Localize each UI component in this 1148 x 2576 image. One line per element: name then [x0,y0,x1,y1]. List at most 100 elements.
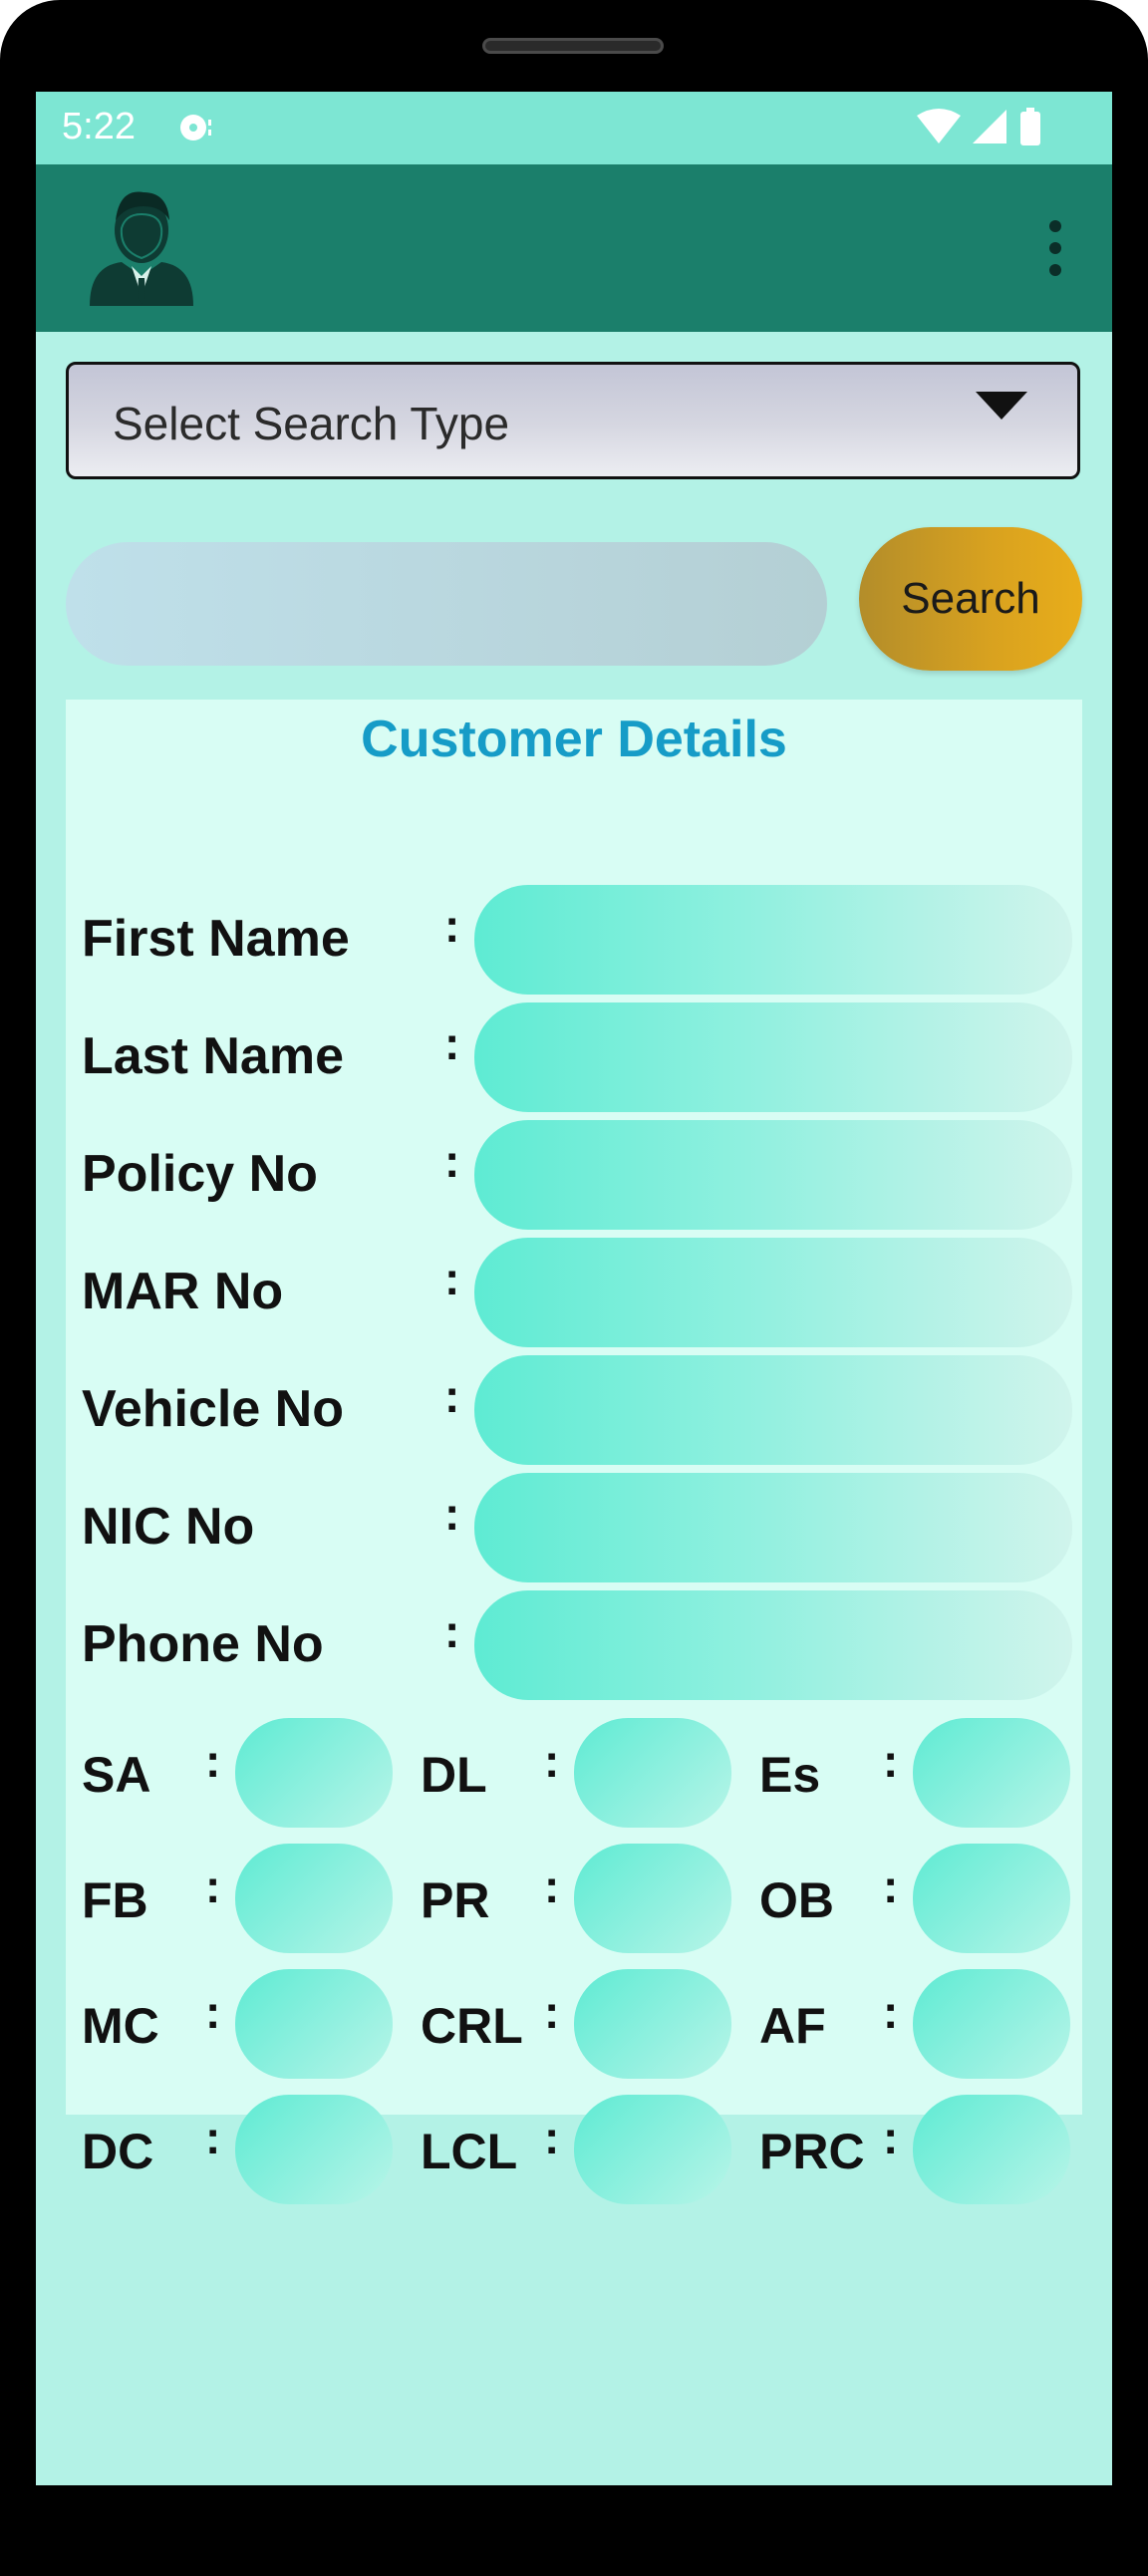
more-vert-icon[interactable] [1046,218,1064,278]
search-button[interactable]: Search [859,527,1082,671]
dl-input[interactable] [574,1718,731,1828]
code-grid-row: DC : LCL : PRC : [66,2095,1082,2204]
code-cell-dl: DL : [405,1718,733,1828]
dropdown-arrow-icon [976,392,1027,420]
field-colon: : [444,1135,460,1187]
grid-colon: : [883,1986,899,2038]
field-colon: : [444,1605,460,1657]
field-row-nic-no: NIC No : [66,1473,1082,1582]
code-cell-af: AF : [743,1969,1072,2079]
field-colon: : [444,900,460,952]
dl-label: DL [421,1747,487,1803]
sa-label: SA [82,1747,151,1803]
policy-no-label: Policy No [82,1145,318,1203]
battery-icon [1020,108,1040,145]
status-time: 5:22 [62,106,136,147]
field-colon: : [444,1017,460,1069]
app-screen: 5:22 Select Search Type Search Customer … [36,92,1112,2485]
field-colon: : [444,1253,460,1304]
code-cell-crl: CRL : [405,1969,733,2079]
sync-disk-icon [180,115,211,141]
grid-colon: : [205,1860,221,1912]
grid-colon: : [544,1986,560,2038]
code-cell-mc: MC : [66,1969,395,2079]
search-type-label: Select Search Type [113,398,510,449]
code-cell-prc: PRC : [743,2095,1072,2204]
field-colon: : [444,1370,460,1422]
mc-input[interactable] [235,1969,393,2079]
code-grid-row: FB : PR : OB : [66,1844,1082,1953]
lcl-input[interactable] [574,2095,731,2204]
status-icons [917,108,1040,145]
code-cell-lcl: LCL : [405,2095,733,2204]
code-grid-row: SA : DL : Es : [66,1718,1082,1828]
vehicle-no-label: Vehicle No [82,1380,344,1438]
phone-bottom-bezel [0,2485,1148,2576]
field-colon: : [444,1488,460,1540]
af-label: AF [759,1998,826,2054]
mc-label: MC [82,1998,159,2054]
code-cell-pr: PR : [405,1844,733,1953]
last-name-input[interactable] [474,1002,1072,1112]
customer-details-card: Customer Details First Name : Last Name … [66,700,1082,2115]
grid-colon: : [205,2112,221,2163]
es-input[interactable] [913,1718,1070,1828]
fb-label: FB [82,1872,148,1928]
prc-label: PRC [759,2124,865,2179]
first-name-input[interactable] [474,885,1072,995]
dc-label: DC [82,2124,154,2179]
fb-input[interactable] [235,1844,393,1953]
app-bar [36,164,1112,332]
pr-input[interactable] [574,1844,731,1953]
field-row-phone-no: Phone No : [66,1590,1082,1700]
phone-no-input[interactable] [474,1590,1072,1700]
grid-colon: : [883,1860,899,1912]
sa-input[interactable] [235,1718,393,1828]
grid-colon: : [544,2112,560,2163]
search-input[interactable] [66,542,827,666]
code-cell-sa: SA : [66,1718,395,1828]
code-cell-es: Es : [743,1718,1072,1828]
signal-icon [973,110,1006,143]
field-row-policy-no: Policy No : [66,1120,1082,1230]
ob-label: OB [759,1872,834,1928]
prc-input[interactable] [913,2095,1070,2204]
first-name-label: First Name [82,910,350,968]
phone-no-label: Phone No [82,1615,324,1673]
code-cell-fb: FB : [66,1844,395,1953]
grid-colon: : [205,1986,221,2038]
phone-frame: 5:22 Select Search Type Search Customer … [0,0,1148,2576]
mar-no-input[interactable] [474,1238,1072,1347]
grid-colon: : [544,1735,560,1787]
lcl-label: LCL [421,2124,518,2179]
grid-colon: : [883,2112,899,2163]
code-cell-ob: OB : [743,1844,1072,1953]
af-input[interactable] [913,1969,1070,2079]
pr-label: PR [421,1872,490,1928]
es-label: Es [759,1747,821,1803]
field-row-mar-no: MAR No : [66,1238,1082,1347]
code-cell-dc: DC : [66,2095,395,2204]
search-type-dropdown[interactable]: Select Search Type [66,362,1080,479]
code-grid-row: MC : CRL : AF : [66,1969,1082,2079]
wifi-icon [917,109,961,143]
crl-label: CRL [421,1998,523,2054]
nic-no-input[interactable] [474,1473,1072,1582]
ob-input[interactable] [913,1844,1070,1953]
crl-input[interactable] [574,1969,731,2079]
dc-input[interactable] [235,2095,393,2204]
status-bar: 5:22 [36,92,1112,164]
phone-speaker [482,38,664,54]
user-avatar-icon[interactable] [82,184,201,308]
grid-colon: : [544,1860,560,1912]
field-row-first-name: First Name : [66,885,1082,995]
grid-colon: : [883,1735,899,1787]
nic-no-label: NIC No [82,1498,255,1556]
field-row-last-name: Last Name : [66,1002,1082,1112]
mar-no-label: MAR No [82,1263,284,1320]
policy-no-input[interactable] [474,1120,1072,1230]
last-name-label: Last Name [82,1027,344,1085]
vehicle-no-input[interactable] [474,1355,1072,1465]
field-row-vehicle-no: Vehicle No : [66,1355,1082,1465]
customer-details-title: Customer Details [361,711,787,768]
